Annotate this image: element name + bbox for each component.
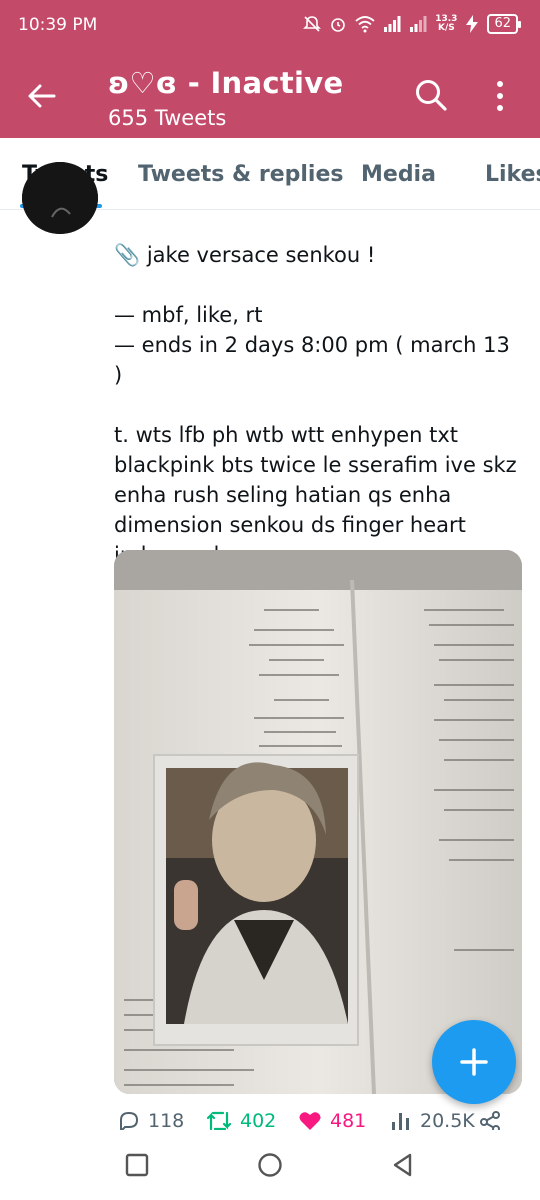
tweet-count: 655 Tweets <box>108 106 227 130</box>
profile-name: ʚ♡ɞ - Inactive <box>108 66 344 100</box>
reply-icon <box>120 1111 139 1132</box>
heart-icon <box>299 1112 321 1130</box>
signal-2-icon <box>410 16 427 32</box>
signal-icon <box>384 16 401 32</box>
plus-icon <box>460 1048 488 1076</box>
status-bar: 10:39 PM 13.3 K/S 62 <box>0 0 540 56</box>
system-nav-bar <box>0 1130 540 1200</box>
tweet-line-ends: — ends in 2 days 8:00 pm ( march 13 ) <box>114 333 510 387</box>
reply-button[interactable]: 118 <box>118 1110 184 1132</box>
avatar[interactable] <box>22 162 98 234</box>
tweet-line-title: 📎 jake versace senkou ! <box>114 243 376 267</box>
more-vertical-icon[interactable] <box>488 78 512 114</box>
photocard-photo <box>114 550 522 1094</box>
tweet-media-photo[interactable] <box>114 550 522 1094</box>
back-triangle-icon[interactable] <box>390 1152 416 1178</box>
tab-media[interactable]: Media <box>361 162 436 187</box>
views-button[interactable]: 20.5K <box>390 1110 475 1132</box>
alarm-icon <box>331 18 346 32</box>
retweet-icon <box>206 1111 232 1131</box>
retweet-button[interactable]: 402 <box>206 1110 276 1132</box>
retweet-count: 402 <box>240 1110 277 1132</box>
compose-tweet-button[interactable] <box>432 1020 516 1104</box>
tweet-line-tags: t. wts lfb ph wtb wtt enhypen txt blackp… <box>114 423 517 567</box>
home-circle-icon[interactable] <box>257 1152 283 1178</box>
network-speed: 13.3 K/S <box>435 14 458 33</box>
back-arrow-icon[interactable] <box>26 80 58 112</box>
tab-tweets-replies[interactable]: Tweets & replies <box>138 162 344 187</box>
reply-count: 118 <box>148 1110 185 1132</box>
status-icons: 13.3 K/S 62 <box>303 14 521 34</box>
battery-indicator: 62 <box>487 14 521 34</box>
like-count: 481 <box>330 1110 367 1132</box>
wifi-icon <box>355 16 375 33</box>
tweet-body: 📎 jake versace senkou ! — mbf, like, rt … <box>114 240 524 570</box>
like-button[interactable]: 481 <box>298 1110 366 1132</box>
recents-square-icon[interactable] <box>124 1152 150 1178</box>
tab-likes[interactable]: Likes <box>485 162 540 187</box>
app-header: 10:39 PM 13.3 K/S 62 ʚ♡ɞ - Inactive 655 … <box>0 0 540 138</box>
tweet-line-mbf: — mbf, like, rt <box>114 303 263 327</box>
view-count: 20.5K <box>420 1110 475 1132</box>
search-icon[interactable] <box>414 78 448 112</box>
status-time: 10:39 PM <box>18 15 98 35</box>
mute-icon <box>303 16 322 32</box>
avatar-image <box>22 162 98 234</box>
analytics-icon <box>392 1113 409 1131</box>
charging-icon <box>466 15 479 33</box>
